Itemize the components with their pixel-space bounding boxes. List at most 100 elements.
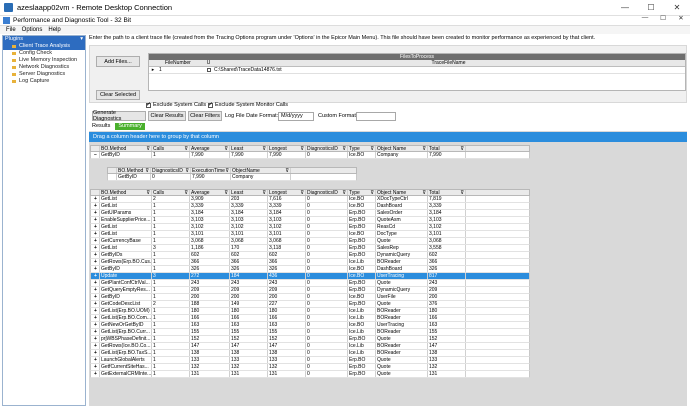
table-cell[interactable]: GetCurrencyBase xyxy=(100,238,152,244)
table-row[interactable]: + GetfCurrentSiteHas... 1 132 132 132 0 Erp.BO Q… xyxy=(90,364,530,371)
table-cell[interactable]: Ice.BO xyxy=(348,196,376,202)
expand-icon[interactable]: + xyxy=(91,252,100,258)
column-header-objectname[interactable]: ObjectName ⊽ xyxy=(231,168,291,173)
table-cell[interactable]: 133 xyxy=(268,357,306,363)
table-cell[interactable]: UserTracing xyxy=(376,273,428,279)
expand-icon[interactable]: + xyxy=(91,308,100,314)
table-cell[interactable]: GetfCurrentSiteHas... xyxy=(100,364,152,370)
col-u[interactable]: U xyxy=(205,60,212,66)
table-cell[interactable]: 1 xyxy=(152,315,190,321)
table-cell[interactable]: 133 xyxy=(428,357,466,363)
table-cell[interactable]: 7,990 xyxy=(428,152,466,158)
table-cell[interactable]: 3,339 xyxy=(268,203,306,209)
table-cell[interactable]: GetUIParams xyxy=(100,210,152,216)
table-cell[interactable]: 0 xyxy=(306,322,348,328)
table-cell[interactable]: Erp.BO xyxy=(348,245,376,251)
plugin-live-memory-inspection[interactable]: Live Memory Inspection xyxy=(3,57,85,64)
table-cell[interactable]: GetList(Erp.BO.TaxS... xyxy=(100,350,152,356)
table-cell[interactable]: BOReader xyxy=(376,329,428,335)
table-row[interactable]: + GetRows(Erp.BO.Cus... 1 366 366 366 0 Ice.Lib… xyxy=(90,259,530,266)
table-cell[interactable]: 166 xyxy=(230,315,268,321)
table-cell[interactable]: GetList(Erp.BO.Com... xyxy=(100,315,152,321)
table-cell[interactable]: Ice.Lib xyxy=(348,350,376,356)
expand-icon[interactable]: + xyxy=(91,245,100,251)
table-cell[interactable]: 0 xyxy=(306,266,348,272)
table-cell[interactable]: 155 xyxy=(190,329,230,335)
table-cell[interactable]: 3,068 xyxy=(268,238,306,244)
table-cell[interactable]: 0 xyxy=(306,336,348,342)
table-cell[interactable]: Quote xyxy=(376,357,428,363)
table-cell[interactable]: 602 xyxy=(230,252,268,258)
group-by-bar[interactable]: Drag a column header here to group by th… xyxy=(89,132,687,142)
filter-icon[interactable]: ⊽ xyxy=(342,190,347,195)
table-cell[interactable]: Erp.BO xyxy=(348,210,376,216)
table-cell[interactable]: 0 xyxy=(306,371,348,377)
table-cell[interactable]: prjWBSPhaseDefinit... xyxy=(100,336,152,342)
table-cell[interactable]: 3,068 xyxy=(190,238,230,244)
table-cell[interactable]: QuoteAsm xyxy=(376,217,428,223)
table-cell[interactable]: 166 xyxy=(190,315,230,321)
filter-icon[interactable]: ⊽ xyxy=(460,146,465,151)
table-cell[interactable]: 147 xyxy=(230,343,268,349)
expand-icon[interactable]: + xyxy=(91,287,100,293)
expand-icon[interactable]: + xyxy=(91,238,100,244)
filter-icon[interactable]: ⊽ xyxy=(422,146,427,151)
table-cell[interactable]: 272 xyxy=(190,273,230,279)
table-cell[interactable]: 133 xyxy=(190,357,230,363)
table-cell[interactable]: GetList xyxy=(100,245,152,251)
minimize-icon[interactable]: — xyxy=(612,0,638,16)
expand-icon[interactable]: − xyxy=(91,152,100,158)
table-cell[interactable]: 0 xyxy=(306,203,348,209)
table-cell[interactable]: 3,558 xyxy=(428,245,466,251)
table-cell[interactable]: 152 xyxy=(230,336,268,342)
table-cell[interactable]: 3,103 xyxy=(230,217,268,223)
app-minimize-icon[interactable]: — xyxy=(636,13,654,23)
table-cell[interactable]: 0 xyxy=(306,301,348,307)
table-cell[interactable]: Ice.BO xyxy=(348,322,376,328)
table-cell[interactable]: GetList xyxy=(100,203,152,209)
table-cell[interactable]: 1 xyxy=(152,294,190,300)
table-cell[interactable]: XDocTypeCtrl xyxy=(376,196,428,202)
files-table-row[interactable]: ▸ 1 C:\Shared\TraceData14876.txt xyxy=(149,67,685,74)
table-cell[interactable]: 326 xyxy=(190,266,230,272)
table-row[interactable]: + GetByIDs 1 602 602 602 0 Erp.BO DynamicQuery 60… xyxy=(90,252,530,259)
table-cell[interactable]: 200 xyxy=(230,294,268,300)
filter-icon[interactable]: ⊽ xyxy=(262,190,267,195)
table-cell[interactable]: 2 xyxy=(152,196,190,202)
column-header-object-name[interactable]: Object Name ⊽ xyxy=(376,190,428,195)
table-cell[interactable]: 138 xyxy=(428,350,466,356)
plugin-config-check[interactable]: Config Check xyxy=(3,50,85,57)
filter-icon[interactable]: ⊽ xyxy=(145,168,150,173)
filter-icon[interactable]: ⊽ xyxy=(224,190,229,195)
table-cell[interactable]: 131 xyxy=(428,371,466,377)
table-cell[interactable]: 243 xyxy=(230,280,268,286)
table-cell[interactable]: Ice.BO xyxy=(348,273,376,279)
table-row[interactable]: + GetQueryEmptyRes... 1 209 209 209 0 Erp.BO Dyn… xyxy=(90,287,530,294)
table-row[interactable]: + prjWBSPhaseDefinit... 1 152 152 152 0 Erp.BO Q… xyxy=(90,336,530,343)
table-cell[interactable]: 138 xyxy=(268,350,306,356)
expand-icon[interactable]: + xyxy=(91,336,100,342)
filter-icon[interactable]: ⊽ xyxy=(224,146,229,151)
table-cell[interactable]: 200 xyxy=(190,294,230,300)
table-row[interactable]: + GetNewOrGetByID 1 163 163 163 0 Ice.BO UserTra… xyxy=(90,322,530,329)
expand-icon[interactable]: + xyxy=(91,210,100,216)
table-cell[interactable]: 3,184 xyxy=(190,210,230,216)
table-cell[interactable]: 3 xyxy=(152,273,190,279)
expand-icon[interactable]: + xyxy=(91,329,100,335)
table-cell[interactable]: Quote xyxy=(376,336,428,342)
menu-options[interactable]: Options xyxy=(22,27,43,33)
table-cell[interactable]: 2 xyxy=(152,301,190,307)
table-cell[interactable]: 0 xyxy=(306,294,348,300)
column-header-bo-method[interactable]: BO.Method ⊽ xyxy=(100,146,152,151)
table-cell[interactable]: 3,339 xyxy=(190,203,230,209)
table-cell[interactable]: 132 xyxy=(190,364,230,370)
table-cell[interactable]: 209 xyxy=(428,287,466,293)
table-row[interactable]: + GetList(Erp.BO.Curr... 1 155 155 155 0 Ice.Li… xyxy=(90,329,530,336)
file-checkbox[interactable] xyxy=(205,67,212,73)
table-cell[interactable]: 0 xyxy=(306,329,348,335)
table-cell[interactable]: DocType xyxy=(376,231,428,237)
table-cell[interactable]: GetCodeDescList xyxy=(100,301,152,307)
table-cell[interactable]: Ice.Lib xyxy=(348,329,376,335)
table-cell[interactable]: 203 xyxy=(230,196,268,202)
table-cell[interactable]: Erp.BO xyxy=(348,371,376,377)
